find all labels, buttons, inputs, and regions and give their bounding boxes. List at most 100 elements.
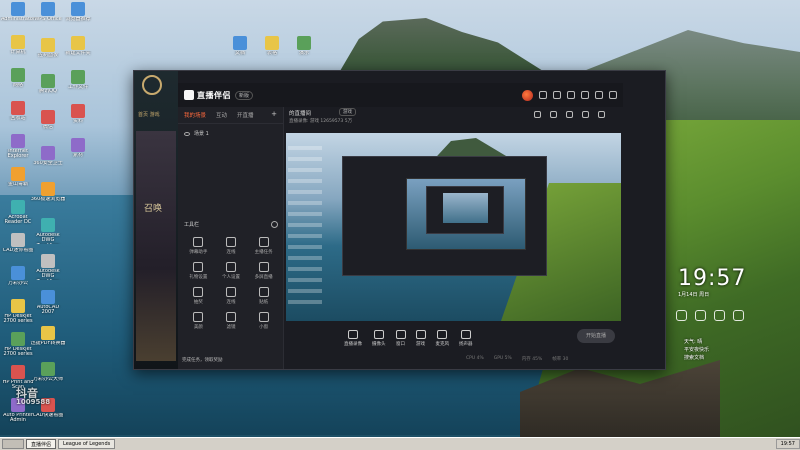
- tool-item[interactable]: 滤镜: [215, 312, 248, 330]
- lol-client-strip[interactable]: 首页 游戏 召唤: [134, 71, 178, 369]
- close-icon[interactable]: [609, 91, 617, 99]
- desktop-icon[interactable]: AutoCAD 2007: [30, 290, 66, 316]
- taskbar-item-lol[interactable]: League of Legends: [58, 439, 116, 449]
- widget-text: 天气: 晴平安夜快乐 搜索文档: [684, 338, 709, 362]
- app-icon: [71, 36, 85, 50]
- source-control[interactable]: 游戏: [415, 329, 426, 347]
- message-icon[interactable]: [539, 91, 547, 99]
- maximize-icon[interactable]: [595, 91, 603, 99]
- app-icon: [41, 218, 55, 232]
- source-control[interactable]: 麦克风: [436, 329, 449, 347]
- share-icon[interactable]: [598, 111, 605, 118]
- app-icon: [41, 146, 55, 160]
- widget-line[interactable]: 搜索文档: [684, 354, 709, 362]
- desktop-icon-label: 资料: [72, 119, 83, 124]
- desktop-icon-label: 360极速浏览器: [30, 197, 66, 202]
- source-control[interactable]: 直播录像: [344, 329, 362, 347]
- tool-item[interactable]: 弹幕助手: [182, 237, 215, 255]
- system-tray[interactable]: 19:57: [775, 439, 800, 449]
- desktop-icon[interactable]: 演示: [286, 36, 322, 62]
- tool-item[interactable]: 连线: [215, 237, 248, 255]
- tool-label: 抽奖: [193, 300, 203, 305]
- tool-label: 个人设置: [221, 275, 240, 280]
- avatar[interactable]: [522, 89, 533, 101]
- layout-icon[interactable]: [534, 111, 541, 118]
- fullscreen-icon[interactable]: [582, 111, 589, 118]
- app-name: 直播伴侣: [197, 90, 231, 100]
- app-icon: [71, 104, 85, 118]
- desktop-icon[interactable]: 表格: [254, 36, 290, 62]
- grid-icon[interactable]: [550, 111, 557, 118]
- desktop-icon[interactable]: 万彩办公大师: [30, 362, 66, 388]
- source-control[interactable]: 扬声器: [459, 329, 473, 347]
- start-button[interactable]: [2, 439, 24, 449]
- note-icon[interactable]: [714, 310, 725, 321]
- gift-icon[interactable]: [553, 91, 561, 99]
- desktop-icon[interactable]: 素材: [60, 138, 96, 164]
- app-icon: [41, 182, 55, 196]
- tool-label: 主播任务: [254, 250, 273, 255]
- add-scene-icon[interactable]: +: [271, 111, 277, 119]
- app-icon: [41, 290, 55, 304]
- calendar-icon[interactable]: [676, 310, 687, 321]
- tool-item[interactable]: 礼物设置: [182, 262, 215, 280]
- lol-nav[interactable]: 首页 游戏: [138, 111, 160, 118]
- taskbar-item-app[interactable]: 直播伴侣: [26, 439, 57, 449]
- tool-item[interactable]: 个人设置: [215, 262, 248, 280]
- clock-widget[interactable]: 19:57 1月14日 周日: [678, 266, 746, 298]
- tool-item[interactable]: 主播任务: [247, 237, 280, 255]
- widget-line[interactable]: 平安夜快乐: [684, 346, 709, 354]
- tool-item[interactable]: 抽奖: [182, 287, 215, 305]
- task-notice[interactable]: 完成任务，领取奖励: [182, 357, 223, 363]
- tool-item[interactable]: 小窗: [247, 312, 280, 330]
- source-control[interactable]: 摄像头: [372, 329, 386, 347]
- lol-logo-icon: [142, 75, 162, 95]
- desktop-icon[interactable]: 工作文件: [60, 70, 96, 96]
- scene-row[interactable]: 场景 1: [178, 124, 283, 143]
- app-titlebar: 直播伴侣 新版: [178, 83, 623, 107]
- streaming-app-window[interactable]: 首页 游戏 召唤 直播伴侣 新版 我的场景 互动 开直播 + 场景 1 工具栏 …: [133, 70, 666, 370]
- preview-toolbar: [534, 111, 605, 118]
- tool-icon: [258, 262, 269, 272]
- tools-grid: 弹幕助手 连线 主播任务 礼物设置 个人设置 多屏直播 抽奖 连线 贴纸 美颜 滤镜 小窗: [182, 237, 280, 330]
- settings-icon[interactable]: [567, 91, 575, 99]
- minimize-icon[interactable]: [581, 91, 589, 99]
- tool-icon: [193, 237, 204, 247]
- desktop-icon-label: 文档: [234, 51, 245, 56]
- tool-item[interactable]: 美颜: [182, 312, 215, 330]
- app-icon: [11, 101, 25, 115]
- room-tag[interactable]: 游戏: [339, 108, 356, 116]
- tab-live[interactable]: 开直播: [237, 111, 254, 119]
- search-icon[interactable]: [733, 310, 744, 321]
- eye-icon[interactable]: [184, 131, 190, 136]
- live-preview[interactable]: [286, 133, 621, 321]
- app-icon: [233, 36, 247, 50]
- source-control-label: 直播录像: [344, 341, 362, 347]
- tool-label: 小窗: [259, 325, 269, 330]
- tool-label: 礼物设置: [189, 275, 208, 280]
- weather-icon[interactable]: [695, 310, 706, 321]
- desktop-icon[interactable]: 迅捷PDF转换器: [30, 326, 66, 352]
- desktop-icon[interactable]: 资料: [60, 104, 96, 130]
- screenshot-icon[interactable]: [566, 111, 573, 118]
- tab-scenes[interactable]: 我的场景: [184, 111, 206, 119]
- desktop-icon[interactable]: 新建文件夹: [60, 36, 96, 62]
- tool-item[interactable]: 多屏直播: [247, 262, 280, 280]
- tool-icon: [193, 287, 204, 297]
- desktop-icon[interactable]: Autodesk DWG TrueView: [30, 218, 66, 244]
- desktop-icon[interactable]: 浏览器推荐: [60, 2, 96, 28]
- preview-desktop-icons: [288, 139, 322, 309]
- app-icon: [11, 266, 25, 280]
- source-control[interactable]: 窗口: [395, 329, 406, 347]
- tab-interaction[interactable]: 互动: [216, 111, 227, 119]
- desktop-icon[interactable]: 文档: [222, 36, 258, 62]
- widget-line[interactable]: 天气: 晴: [684, 338, 709, 346]
- watermark-sub: 1009588: [16, 398, 51, 406]
- desktop-icon-label: 新建文件夹: [65, 51, 91, 56]
- desktop-icon[interactable]: Autodesk DWG TrueView: [30, 254, 66, 280]
- desktop-icon[interactable]: 360极速浏览器: [30, 182, 66, 208]
- start-live-button[interactable]: 开始直播: [577, 329, 615, 343]
- tool-item[interactable]: 连线: [215, 287, 248, 305]
- tool-item[interactable]: 贴纸: [247, 287, 280, 305]
- more-icon[interactable]: [271, 221, 278, 228]
